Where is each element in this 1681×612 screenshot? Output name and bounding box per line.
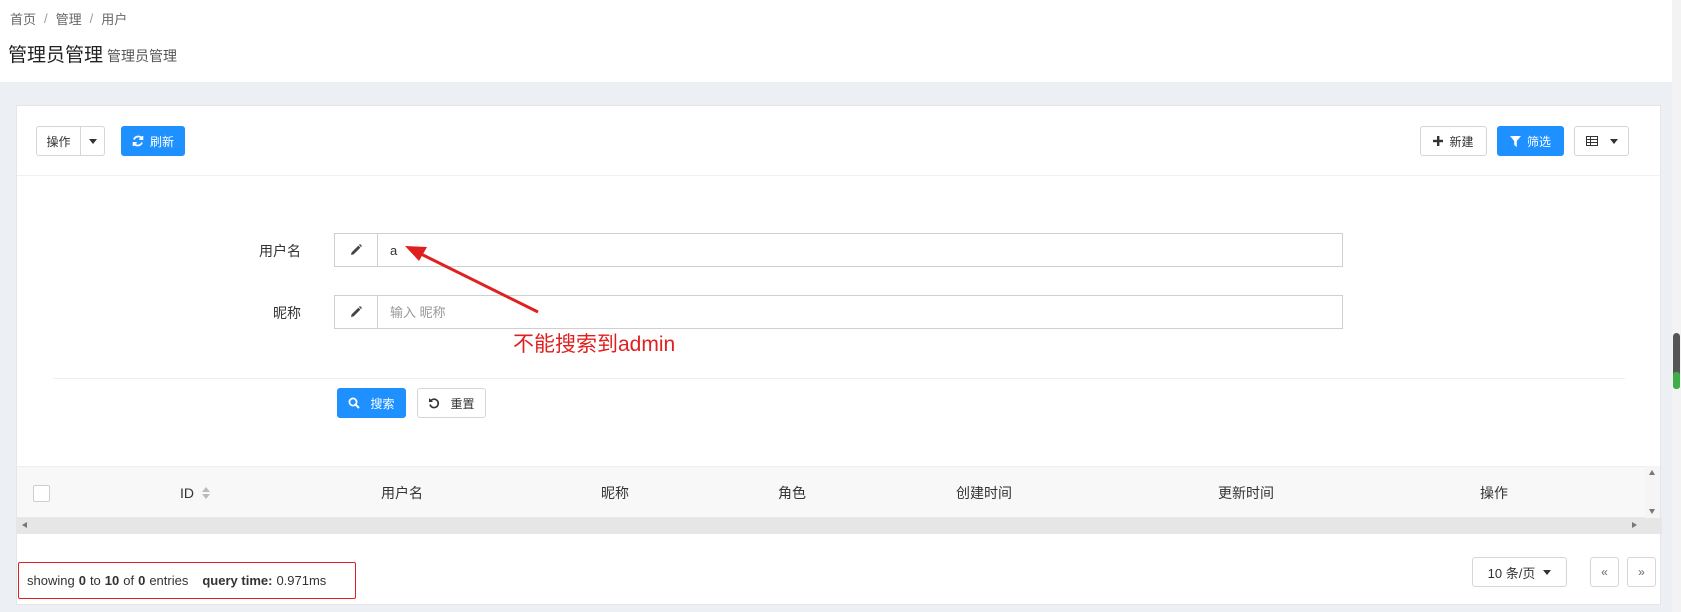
search-button[interactable]: 搜索 — [337, 388, 406, 418]
column-selector-button[interactable] — [1574, 126, 1629, 156]
filter-button[interactable]: 筛选 — [1497, 126, 1564, 156]
column-header-actions: 操作 — [1480, 467, 1508, 519]
page-title-main: 管理员管理 — [8, 45, 104, 66]
breadcrumb-separator: / — [89, 11, 94, 26]
showing-prefix: showing — [27, 573, 75, 588]
reset-button[interactable]: 重置 — [417, 388, 486, 418]
column-header-label: 操作 — [1480, 485, 1508, 501]
pagination-next-label: » — [1638, 565, 1645, 579]
breadcrumb-item-manage[interactable]: 管理 — [56, 9, 82, 28]
select-all-checkbox[interactable] — [33, 485, 50, 502]
page-size-select[interactable]: 10 条/页 — [1472, 557, 1567, 587]
annotation-arrow — [405, 246, 539, 314]
showing-to: 10 — [104, 573, 120, 588]
plus-icon — [1433, 136, 1444, 146]
annotation-text: 不能搜索到admin — [513, 333, 676, 356]
showing-to-word: to — [89, 573, 101, 588]
page-subtitle: 管理员管理 — [107, 48, 178, 64]
toolbar-divider — [17, 175, 1662, 176]
caret-down-icon — [1543, 569, 1552, 575]
query-time-value: 0.971ms — [276, 573, 327, 588]
sort-icon[interactable] — [202, 487, 210, 499]
column-header-label: 用户名 — [381, 485, 423, 501]
table-vertical-scrollbar[interactable] — [1645, 466, 1660, 518]
page-scrollbar[interactable] — [1672, 0, 1681, 612]
column-header-created-at: 创建时间 — [956, 467, 1012, 519]
new-label: 新建 — [1449, 134, 1474, 149]
column-header-username: 用户名 — [381, 467, 423, 519]
refresh-button[interactable]: 刷新 — [121, 126, 185, 156]
showing-total: 0 — [138, 573, 146, 588]
column-header-label: 昵称 — [601, 485, 629, 501]
table-horizontal-scrollbar[interactable] — [17, 518, 1662, 534]
grid-card: 操作 刷新 新建 筛选 用户名 a 昵称 输入 昵称 不能搜索到admin 搜索… — [16, 105, 1662, 605]
pagination-prev-label: « — [1601, 565, 1608, 579]
column-header-label: ID — [180, 485, 194, 501]
page-title: 管理员管理 管理员管理 — [8, 40, 177, 67]
username-label: 用户名 — [259, 243, 301, 259]
filter-icon — [1509, 135, 1521, 147]
pagination-summary: showing 0 to 10 of 0 entries query time:… — [18, 562, 356, 599]
pencil-icon — [335, 296, 378, 328]
column-header-label: 角色 — [778, 485, 806, 501]
query-time-label: query time: — [202, 573, 273, 588]
page-scrollbar-indicator — [1673, 372, 1680, 389]
new-button[interactable]: 新建 — [1420, 126, 1487, 156]
filter-label: 筛选 — [1526, 134, 1551, 149]
nickname-label: 昵称 — [273, 305, 301, 321]
breadcrumb-item-users: 用户 — [101, 12, 128, 27]
column-header-id[interactable]: ID — [180, 467, 210, 519]
search-label: 搜索 — [370, 396, 395, 411]
column-header-nickname: 昵称 — [601, 467, 629, 519]
table-grid-icon — [1585, 136, 1598, 146]
breadcrumb-item-home[interactable]: 首页 — [10, 9, 36, 28]
pencil-icon — [335, 234, 378, 266]
breadcrumb: 首页 / 管理 / 用户 — [10, 9, 127, 28]
scroll-right-icon[interactable] — [1632, 522, 1637, 528]
column-header-label: 创建时间 — [956, 485, 1012, 501]
scroll-left-icon[interactable] — [22, 522, 27, 528]
refresh-label: 刷新 — [149, 134, 174, 149]
page-size-label: 10 条/页 — [1487, 565, 1536, 581]
caret-down-icon — [1609, 138, 1618, 144]
column-header-label: 更新时间 — [1218, 485, 1274, 501]
showing-entries-word: entries — [149, 573, 189, 588]
pagination-next-button[interactable]: » — [1627, 557, 1656, 587]
refresh-icon — [132, 135, 144, 147]
showing-from: 0 — [78, 573, 86, 588]
column-header-role: 角色 — [778, 467, 806, 519]
page-header: 首页 / 管理 / 用户 管理员管理 管理员管理 — [0, 0, 1681, 82]
table-header: ID 用户名 昵称 角色 创建时间 更新时间 操作 — [17, 466, 1647, 518]
showing-of-word: of — [123, 573, 135, 588]
actions-dropdown-toggle[interactable] — [80, 126, 105, 156]
actions-button[interactable]: 操作 — [36, 126, 81, 156]
form-divider — [53, 378, 1625, 379]
scroll-down-icon[interactable] — [1649, 509, 1655, 514]
scroll-up-icon[interactable] — [1649, 470, 1655, 475]
search-icon — [348, 397, 361, 409]
pagination-prev-button[interactable]: « — [1590, 557, 1619, 587]
breadcrumb-separator: / — [44, 11, 48, 26]
caret-down-icon — [88, 138, 97, 144]
column-header-updated-at: 更新时间 — [1218, 467, 1274, 519]
reset-label: 重置 — [450, 396, 475, 411]
undo-icon — [428, 397, 440, 409]
actions-label: 操作 — [46, 134, 71, 149]
